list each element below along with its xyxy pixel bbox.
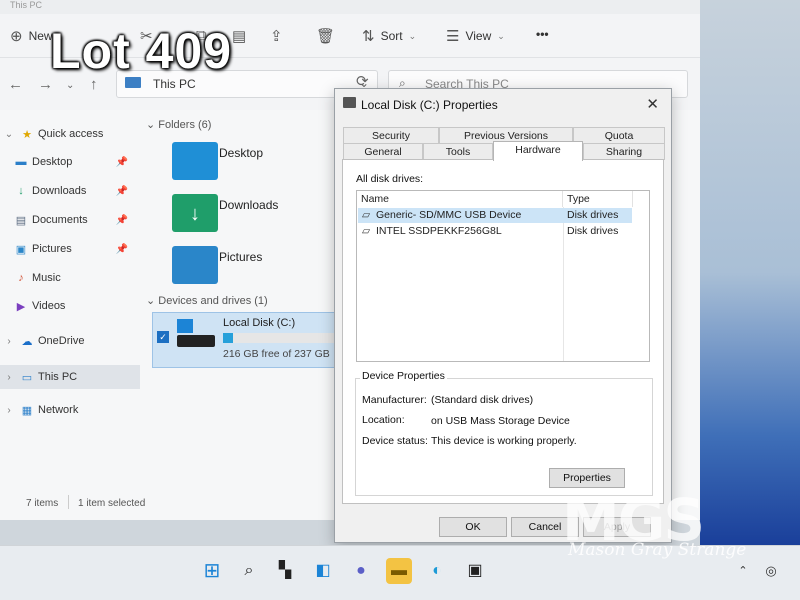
file-explorer-icon[interactable]: ▬ [386, 558, 412, 584]
sidebar-item-this-pc[interactable]: › ▭ This PC [0, 365, 140, 389]
device-status-value: This device is working properly. [431, 435, 577, 447]
divider [68, 495, 69, 509]
list-item[interactable]: ▱ Generic- SD/MMC USB Device Disk drives [358, 208, 632, 223]
sidebar-item-pictures[interactable]: ▣ Pictures 📌 [0, 237, 140, 261]
properties-button[interactable]: Properties [549, 468, 625, 488]
drive-usage-bar [223, 333, 335, 343]
new-button[interactable]: ⊕ New [10, 27, 53, 45]
lot-number-label: Lot 409 [50, 23, 233, 79]
watermark-text: Mason Gray Strange [568, 540, 747, 560]
view-icon: ☰ [446, 28, 460, 45]
task-view-icon[interactable]: ▚ [272, 558, 298, 584]
tab-sharing[interactable]: Sharing [583, 143, 665, 160]
sidebar-item-downloads[interactable]: ↓ Downloads 📌 [0, 179, 140, 203]
search-icon[interactable]: ⌕ [236, 558, 262, 584]
pin-icon: 📌 [115, 185, 128, 197]
checkbox-checked-icon[interactable]: ✓ [157, 331, 169, 343]
drives-group-header[interactable]: ⌄ Devices and drives (1) [146, 294, 268, 307]
disk-drives-list[interactable]: Name Type ▱ Generic- SD/MMC USB Device D… [356, 190, 650, 362]
music-icon: ♪ [18, 272, 24, 284]
sidebar-item-music[interactable]: ♪ Music [0, 266, 140, 290]
chevron-down-icon: ⌄ [146, 119, 156, 131]
tab-hardware[interactable]: Hardware [493, 141, 583, 161]
chevron-right-icon: › [7, 404, 11, 416]
sidebar-item-network[interactable]: › ▦ Network [0, 398, 140, 422]
back-icon[interactable]: ← [8, 76, 23, 93]
window-title: This PC [0, 0, 720, 14]
windows-logo-icon [177, 319, 193, 333]
chevron-right-icon: › [7, 335, 11, 347]
sidebar-item-quick-access[interactable]: ⌄ ★ Quick access [0, 122, 140, 146]
pin-icon: 📌 [115, 156, 128, 168]
manufacturer-label: Manufacturer: [362, 394, 427, 406]
dialog-title: Local Disk (C:) Properties [361, 98, 498, 112]
drive-icon [177, 335, 215, 347]
properties-dialog: Local Disk (C:) Properties ✕ Security Pr… [334, 88, 672, 543]
downloads-folder-icon: ↓ [172, 194, 218, 232]
chevron-down-icon: ⌄ [4, 128, 14, 140]
tab-general[interactable]: General [343, 143, 423, 160]
desktop-folder-icon [172, 142, 218, 180]
chevron-right-icon: › [7, 371, 11, 383]
list-item[interactable]: ▱ INTEL SSDPEKKF256G8L Disk drives [358, 224, 632, 239]
navigation-pane: ⌄ ★ Quick access ▬ Desktop 📌 ↓ Downloads… [0, 112, 140, 492]
tab-quota[interactable]: Quota [573, 127, 665, 144]
desktop-icon: ▬ [15, 156, 27, 168]
plus-icon: ⊕ [10, 28, 23, 45]
sidebar-item-documents[interactable]: ▤ Documents 📌 [0, 208, 140, 232]
store-icon[interactable]: ▣ [462, 558, 488, 584]
manufacturer-value: (Standard disk drives) [431, 394, 534, 406]
hardware-tab-panel: All disk drives: Name Type ▱ Generic- SD… [342, 159, 664, 504]
location-value: on USB Mass Storage Device [431, 415, 570, 427]
pictures-icon: ▣ [15, 243, 27, 256]
start-windows-icon[interactable]: ⊞ [199, 558, 225, 584]
view-button[interactable]: ☰ View ⌄ [446, 27, 505, 45]
chevron-up-icon[interactable]: ⌃ [730, 558, 756, 584]
drive-usage-fill [223, 333, 234, 343]
ok-button[interactable]: OK [439, 517, 507, 537]
cloud-icon: ☁ [21, 335, 33, 348]
all-disk-drives-label: All disk drives: [356, 173, 424, 185]
more-options-button[interactable]: ••• [536, 27, 549, 41]
sort-icon: ⇅ [362, 28, 375, 45]
drive-icon [343, 97, 356, 108]
share-icon[interactable]: ⇪ [270, 27, 283, 45]
chat-icon[interactable]: ● [348, 558, 374, 584]
network-icon: ▦ [21, 404, 33, 417]
device-properties-label: Device Properties [360, 370, 447, 382]
disk-drive-icon: ▱ [362, 225, 371, 237]
videos-icon: ▶ [16, 300, 26, 313]
column-header-name[interactable]: Name [357, 191, 563, 207]
recent-chevron-icon[interactable]: ⌄ [66, 80, 74, 91]
column-header-type[interactable]: Type [563, 191, 633, 207]
edge-icon[interactable]: ◐ [424, 558, 450, 584]
pin-icon: 📌 [115, 243, 128, 255]
sidebar-item-desktop[interactable]: ▬ Desktop 📌 [0, 150, 140, 174]
widgets-icon[interactable]: ◧ [310, 558, 336, 584]
chevron-down-icon: ⌄ [146, 295, 156, 307]
location-label: Location: [362, 414, 405, 426]
pin-icon: 📌 [115, 214, 128, 226]
pictures-folder-icon [172, 246, 218, 284]
star-icon: ★ [22, 128, 32, 141]
sidebar-item-videos[interactable]: ▶ Videos [0, 294, 140, 318]
documents-icon: ▤ [15, 214, 27, 227]
pc-icon: ▭ [21, 371, 33, 384]
folders-group-header[interactable]: ⌄ Folders (6) [146, 118, 211, 131]
delete-icon[interactable]: 🗑 [316, 27, 335, 45]
chevron-down-icon: ⌄ [497, 30, 505, 41]
globe-icon[interactable]: ◎ [758, 558, 784, 584]
tab-tools[interactable]: Tools [423, 143, 493, 160]
close-icon[interactable]: ✕ [646, 95, 659, 113]
disk-drive-icon: ▱ [362, 209, 371, 221]
drive-tile-c[interactable]: ✓ Local Disk (C:) 216 GB free of 237 GB [152, 312, 338, 368]
desktop-wallpaper [700, 0, 800, 545]
tab-security[interactable]: Security [343, 127, 439, 144]
paste-icon[interactable]: ▤ [232, 27, 246, 45]
device-status-label: Device status: [362, 435, 428, 447]
chevron-down-icon: ⌄ [408, 30, 417, 41]
sort-button[interactable]: ⇅ Sort ⌄ [362, 27, 416, 45]
download-icon: ↓ [18, 185, 24, 197]
sidebar-item-onedrive[interactable]: › ☁ OneDrive [0, 329, 140, 353]
